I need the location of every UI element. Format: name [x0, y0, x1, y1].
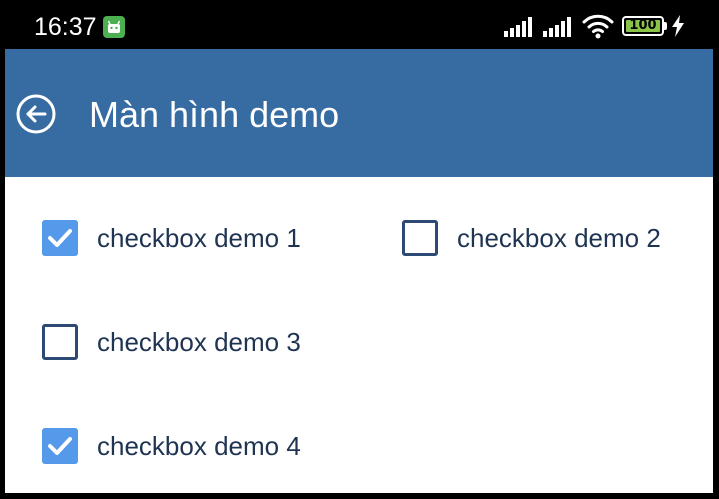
checkbox-demo-4[interactable]: checkbox demo 4: [42, 426, 301, 466]
battery-icon: 100: [622, 16, 664, 36]
battery-tip: [664, 22, 667, 30]
status-time: 16:37: [34, 13, 97, 41]
checkbox-label: checkbox demo 4: [97, 431, 301, 461]
back-arrow-circle-icon: [16, 94, 56, 134]
checkbox-label: checkbox demo 3: [97, 327, 301, 357]
app-bar: Màn hình demo: [5, 49, 713, 177]
checkbox-unchecked-icon[interactable]: [402, 220, 438, 256]
checkbox-label: checkbox demo 2: [457, 223, 661, 253]
signal-icon: [504, 17, 536, 42]
checkbox-checked-icon[interactable]: [42, 428, 78, 464]
wifi-icon: [582, 13, 614, 44]
checkbox-checked-icon[interactable]: [42, 220, 78, 256]
status-bar: 16:37 100: [0, 0, 719, 49]
charging-icon: [671, 15, 685, 42]
checkbox-demo-3[interactable]: checkbox demo 3: [42, 322, 301, 362]
checkbox-unchecked-icon[interactable]: [42, 324, 78, 360]
checkbox-demo-1[interactable]: checkbox demo 1: [42, 218, 301, 258]
checkbox-demo-2[interactable]: checkbox demo 2: [402, 218, 661, 258]
battery-level: 100: [629, 18, 657, 33]
checkbox-list: checkbox demo 1 checkbox demo 2 checkbox…: [5, 177, 713, 493]
page-title: Màn hình demo: [89, 94, 340, 135]
back-button[interactable]: [15, 93, 57, 135]
signal-icon: [543, 17, 575, 42]
checkbox-label: checkbox demo 1: [97, 223, 301, 253]
android-notification-icon: [103, 16, 125, 38]
